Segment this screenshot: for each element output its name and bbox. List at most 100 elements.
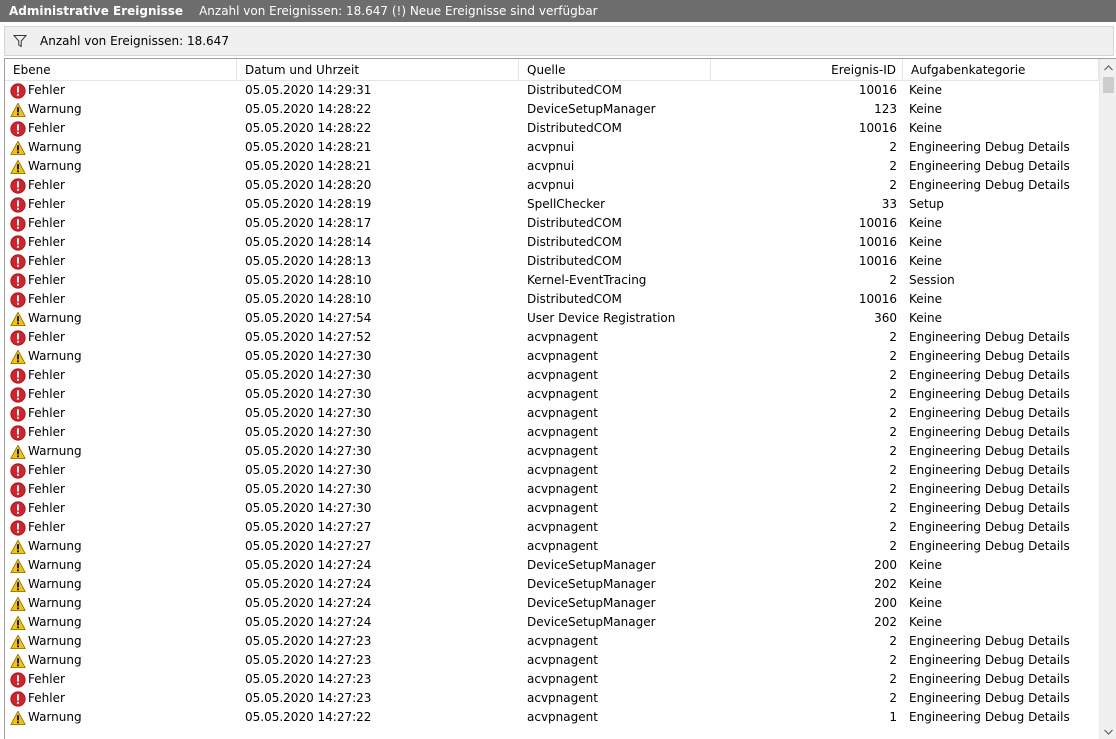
warning-icon <box>10 596 26 612</box>
level-text: Warnung <box>28 349 82 363</box>
error-icon <box>10 671 26 688</box>
title-bar: Administrative Ereignisse Anzahl von Ere… <box>0 0 1116 22</box>
level-text: Warnung <box>28 159 82 173</box>
table-row[interactable]: Fehler 05.05.2020 14:27:52 acvpnagent 2 Engi… <box>5 328 1099 347</box>
table-row[interactable]: Warnung 05.05.2020 14:28:21 acvpnui 2 Engine… <box>5 157 1099 176</box>
table-row[interactable]: Fehler 05.05.2020 14:27:30 acvpnagent 2 Engi… <box>5 366 1099 385</box>
table-row[interactable]: Fehler 05.05.2020 14:27:30 acvpnagent 2 Engi… <box>5 461 1099 480</box>
cell-event-id: 2 <box>889 444 897 458</box>
table-row[interactable]: Fehler 05.05.2020 14:28:10 Kernel-EventTra… <box>5 271 1099 290</box>
cell-event-id: 2 <box>889 178 897 192</box>
cell-event-id: 2 <box>889 634 897 648</box>
column-header-ereignis-id[interactable]: Ereignis-ID <box>711 59 903 81</box>
table-row[interactable]: Fehler 05.05.2020 14:27:30 acvpnagent 2 Engi… <box>5 499 1099 518</box>
column-header-datum[interactable]: Datum und Uhrzeit <box>237 59 519 81</box>
scroll-up-icon[interactable] <box>1100 59 1116 76</box>
table-row[interactable]: Fehler 05.05.2020 14:28:19 SpellChecker 33 S… <box>5 195 1099 214</box>
table-row[interactable]: Warnung 05.05.2020 14:27:24 DeviceSetupMan… <box>5 575 1099 594</box>
cell-source: acvpnagent <box>527 425 598 439</box>
cell-level: Fehler <box>5 385 237 404</box>
table-row[interactable]: Warnung 05.05.2020 14:27:24 DeviceSetupMan… <box>5 556 1099 575</box>
scroll-down-icon[interactable] <box>1100 723 1116 739</box>
table-row[interactable]: Warnung 05.05.2020 14:28:22 DeviceSetupMan… <box>5 100 1099 119</box>
table-row[interactable]: Warnung 05.05.2020 14:27:23 acvpnagent 2 Eng… <box>5 632 1099 651</box>
table-row[interactable]: Fehler 05.05.2020 14:28:10 DistributedCOM 1… <box>5 290 1099 309</box>
cell-source: acvpnagent <box>527 691 598 705</box>
table-row[interactable]: Fehler 05.05.2020 14:28:14 DistributedCOM 1… <box>5 233 1099 252</box>
table-row[interactable]: Warnung 05.05.2020 14:27:27 acvpnagent 2 Eng… <box>5 537 1099 556</box>
cell-level: Warnung <box>5 651 237 670</box>
error-icon <box>10 272 26 289</box>
column-header-aufgabenkategorie[interactable]: Aufgabenkategorie <box>903 59 1099 81</box>
column-header-quelle[interactable]: Quelle <box>519 59 711 81</box>
cell-category: Engineering Debug Details <box>909 653 1070 667</box>
level-text: Fehler <box>28 273 65 287</box>
vertical-scrollbar[interactable] <box>1099 59 1116 739</box>
table-row[interactable]: Fehler 05.05.2020 14:27:23 acvpnagent 2 Engi… <box>5 689 1099 708</box>
table-row[interactable]: Warnung 05.05.2020 14:27:30 acvpnagent 2 Eng… <box>5 347 1099 366</box>
table-row[interactable]: Fehler 05.05.2020 14:27:30 acvpnagent 2 Engi… <box>5 404 1099 423</box>
cell-category: Engineering Debug Details <box>909 463 1070 477</box>
cell-datetime: 05.05.2020 14:27:22 <box>245 710 372 724</box>
table-row[interactable]: Warnung 05.05.2020 14:27:54 User Device Re… <box>5 309 1099 328</box>
scrollbar-thumb[interactable] <box>1103 77 1114 93</box>
table-row[interactable]: Fehler 05.05.2020 14:28:20 acvpnui 2 Enginee… <box>5 176 1099 195</box>
warning-icon <box>10 102 26 118</box>
table-row[interactable]: Fehler 05.05.2020 14:29:31 DistributedCOM 1… <box>5 81 1099 100</box>
table-row[interactable]: Fehler 05.05.2020 14:27:23 acvpnagent 2 Engi… <box>5 670 1099 689</box>
table-header: Ebene Datum und Uhrzeit Quelle Ereignis-… <box>5 59 1099 81</box>
level-text: Fehler <box>28 387 65 401</box>
table-row[interactable]: Fehler 05.05.2020 14:28:13 DistributedCOM 1… <box>5 252 1099 271</box>
level-text: Fehler <box>28 406 65 420</box>
table-row[interactable]: Fehler 05.05.2020 14:27:30 acvpnagent 2 Engi… <box>5 423 1099 442</box>
cell-source: DeviceSetupManager <box>527 558 656 572</box>
cell-event-id: 10016 <box>858 235 897 249</box>
cell-source: acvpnagent <box>527 634 598 648</box>
level-text: Fehler <box>28 501 65 515</box>
level-text: Warnung <box>28 539 82 553</box>
level-text: Warnung <box>28 444 82 458</box>
error-icon <box>10 367 26 384</box>
cell-event-id: 2 <box>889 463 897 477</box>
cell-datetime: 05.05.2020 14:27:24 <box>245 558 372 572</box>
table-row[interactable]: Fehler 05.05.2020 14:28:22 DistributedCOM 1… <box>5 119 1099 138</box>
cell-level: Fehler <box>5 518 237 537</box>
table-row[interactable]: Warnung 05.05.2020 14:27:23 acvpnagent 2 Eng… <box>5 651 1099 670</box>
error-icon <box>10 291 26 308</box>
cell-source: DistributedCOM <box>527 121 622 135</box>
cell-source: acvpnagent <box>527 672 598 686</box>
cell-event-id: 33 <box>881 197 897 211</box>
table-row[interactable]: Fehler 05.05.2020 14:27:30 acvpnagent 2 Engi… <box>5 480 1099 499</box>
cell-event-id: 2 <box>889 368 897 382</box>
cell-source: acvpnagent <box>527 653 598 667</box>
warning-icon <box>10 444 26 460</box>
event-count-notice[interactable]: Anzahl von Ereignissen: 18.647 (!) Neue … <box>199 4 598 18</box>
level-text: Warnung <box>28 577 82 591</box>
cell-level: Fehler <box>5 366 237 385</box>
cell-level: Fehler <box>5 499 237 518</box>
level-text: Fehler <box>28 235 65 249</box>
table-row[interactable]: Warnung 05.05.2020 14:27:22 acvpnagent 1 Eng… <box>5 708 1099 727</box>
error-icon <box>10 234 26 251</box>
table-row[interactable]: Warnung 05.05.2020 14:27:30 acvpnagent 2 Eng… <box>5 442 1099 461</box>
column-header-ebene[interactable]: Ebene <box>5 59 237 81</box>
table-row[interactable]: Fehler 05.05.2020 14:27:27 acvpnagent 2 Engi… <box>5 518 1099 537</box>
table-row[interactable]: Fehler 05.05.2020 14:27:30 acvpnagent 2 Engi… <box>5 385 1099 404</box>
level-text: Warnung <box>28 634 82 648</box>
cell-level: Fehler <box>5 461 237 480</box>
cell-event-id: 202 <box>874 615 897 629</box>
level-text: Warnung <box>28 596 82 610</box>
cell-datetime: 05.05.2020 14:28:13 <box>245 254 372 268</box>
table-row[interactable]: Warnung 05.05.2020 14:27:24 DeviceSetupMan… <box>5 613 1099 632</box>
table-row[interactable]: Warnung 05.05.2020 14:27:24 DeviceSetupMan… <box>5 594 1099 613</box>
cell-datetime: 05.05.2020 14:27:23 <box>245 634 372 648</box>
table-row[interactable]: Warnung 05.05.2020 14:28:21 acvpnui 2 Engine… <box>5 138 1099 157</box>
cell-source: Kernel-EventTracing <box>527 273 647 287</box>
cell-level: Fehler <box>5 328 237 347</box>
table-row[interactable]: Fehler 05.05.2020 14:28:17 DistributedCOM 1… <box>5 214 1099 233</box>
warning-icon <box>10 653 26 669</box>
level-text: Fehler <box>28 254 65 268</box>
cell-datetime: 05.05.2020 14:27:23 <box>245 653 372 667</box>
filter-icon[interactable] <box>12 33 28 49</box>
cell-source: DistributedCOM <box>527 292 622 306</box>
